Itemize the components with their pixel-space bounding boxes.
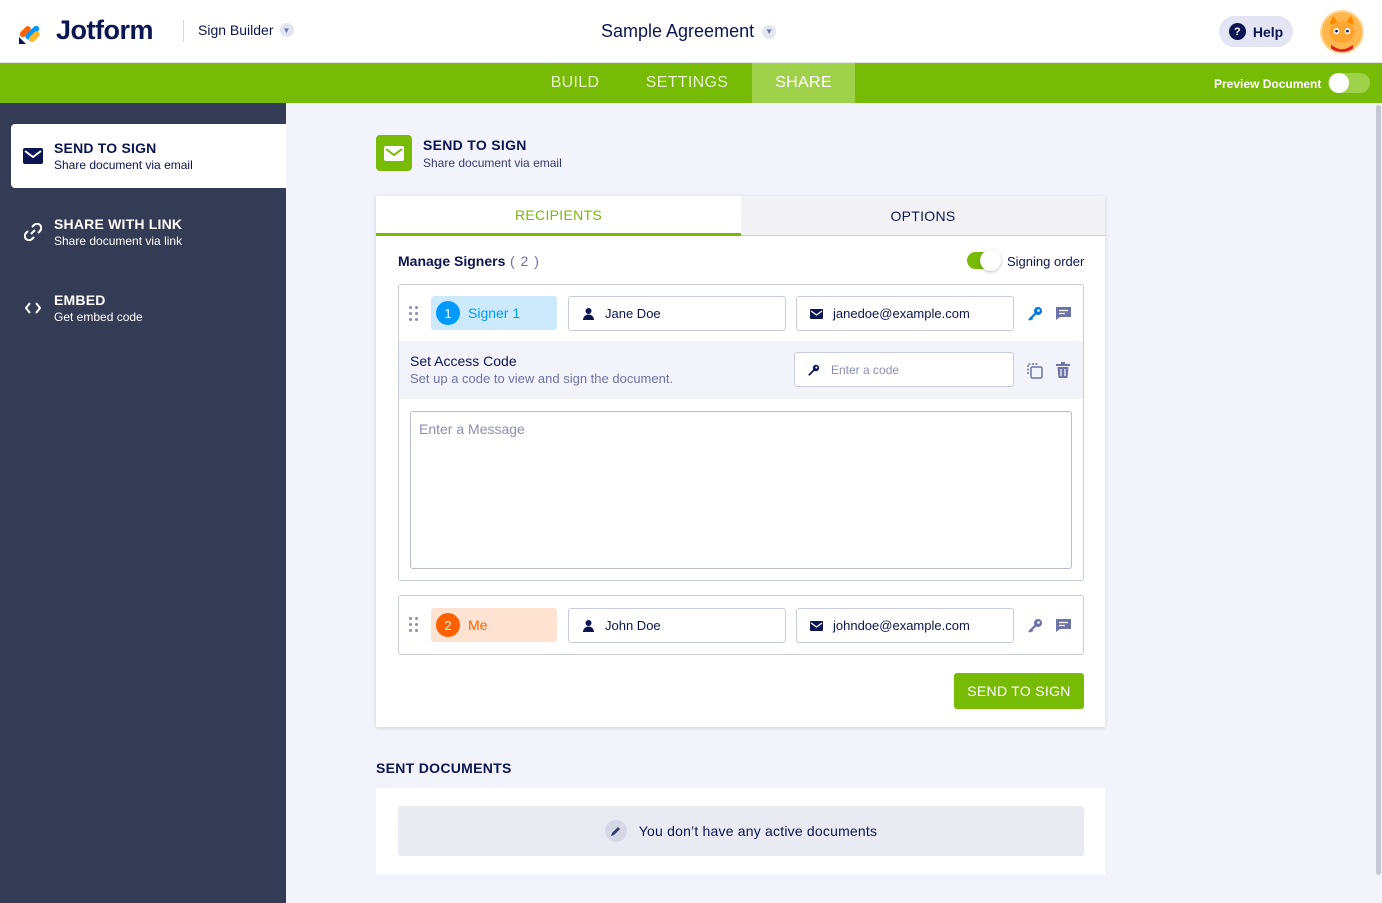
jotform-logo-icon — [19, 25, 40, 44]
pen-icon — [604, 820, 627, 842]
preview-document-label: Preview Document — [1214, 77, 1322, 91]
signer-name-field[interactable]: Jane Doe — [568, 296, 786, 331]
signer-role-label: Me — [468, 617, 488, 633]
signer-role[interactable]: 1 Signer 1 — [431, 296, 557, 330]
signer-name: Jane Doe — [605, 306, 661, 321]
send-to-sign-button[interactable]: SEND TO SIGN — [954, 673, 1084, 709]
tab-share[interactable]: SHARE — [752, 63, 855, 103]
main-nav-bar: BUILD SETTINGS SHARE Preview Document — [0, 63, 1382, 103]
question-icon: ? — [1228, 23, 1246, 40]
top-header: Jotform Sign Builder ▼ Sample Agreement … — [0, 0, 1382, 63]
empty-state-text: You don’t have any active documents — [638, 823, 878, 839]
document-title[interactable]: Sample Agreement ▼ — [601, 21, 777, 42]
signer-number: 2 — [436, 613, 460, 637]
signer-email: johndoe@example.com — [833, 618, 970, 633]
access-code-subtitle: Set up a code to view and sign the docum… — [410, 371, 674, 386]
sidebar-item-subtitle: Share document via email — [54, 158, 193, 172]
toggle-knob — [1329, 73, 1349, 93]
section-title: SEND TO SIGN — [423, 137, 527, 153]
envelope-icon — [809, 619, 823, 633]
cat-avatar-icon — [1322, 12, 1362, 52]
signing-order-toggle[interactable] — [967, 250, 1001, 271]
tab-settings[interactable]: SETTINGS — [628, 63, 746, 103]
signer-count: ( 2 ) — [510, 253, 540, 269]
signing-order-label: Signing order — [1007, 254, 1085, 269]
sidebar-item-send-to-sign[interactable]: SEND TO SIGN Share document via email — [11, 124, 286, 188]
envelope-icon — [376, 135, 412, 171]
avatar[interactable] — [1320, 10, 1364, 54]
tab-build[interactable]: BUILD — [528, 63, 622, 103]
message-textarea[interactable]: Enter a Message — [410, 411, 1072, 569]
signer-email-field[interactable]: janedoe@example.com — [796, 296, 1014, 331]
envelope-icon — [809, 307, 823, 321]
jotform-logo[interactable]: Jotform — [18, 15, 154, 46]
code-icon — [23, 298, 43, 318]
tab-options[interactable]: OPTIONS — [741, 196, 1105, 236]
empty-state: You don’t have any active documents — [398, 806, 1084, 856]
signer-role[interactable]: 2 Me — [431, 608, 557, 642]
sidebar-item-subtitle: Get embed code — [54, 310, 143, 324]
signer-role-label: Signer 1 — [468, 305, 521, 321]
access-code-input[interactable]: Enter a code — [794, 352, 1014, 387]
message-icon[interactable] — [1054, 616, 1072, 634]
recipients-card: RECIPIENTS OPTIONS Manage Signers ( 2 ) … — [376, 196, 1105, 727]
sidebar-item-title: EMBED — [54, 292, 106, 308]
sidebar-item-title: SEND TO SIGN — [54, 140, 157, 156]
access-code-placeholder: Enter a code — [831, 362, 900, 377]
copy-icon[interactable] — [1025, 361, 1043, 379]
access-code-title: Set Access Code — [410, 353, 517, 369]
header-divider — [183, 20, 184, 42]
section-subtitle: Share document via email — [423, 156, 562, 170]
preview-document-toggle[interactable] — [1328, 73, 1370, 93]
trash-icon[interactable] — [1054, 361, 1072, 379]
signer-name-field[interactable]: John Doe — [568, 608, 786, 643]
user-icon — [581, 619, 595, 633]
message-placeholder: Enter a Message — [419, 421, 525, 437]
access-code-row: Set Access Code Set up a code to view an… — [399, 341, 1083, 399]
tab-recipients[interactable]: RECIPIENTS — [376, 196, 741, 236]
sidebar-item-subtitle: Share document via link — [54, 234, 183, 248]
message-icon[interactable] — [1054, 304, 1072, 322]
drag-handle-icon[interactable] — [409, 617, 419, 633]
signer-name: John Doe — [605, 618, 661, 633]
key-icon[interactable] — [1026, 304, 1044, 322]
sidebar-item-embed[interactable]: EMBED Get embed code — [11, 276, 286, 340]
signer-email: janedoe@example.com — [833, 306, 970, 321]
signer-card: 1 Signer 1 Jane Doe janedoe@example.com … — [398, 284, 1084, 581]
help-label: Help — [1252, 23, 1284, 40]
builder-label: Sign Builder — [198, 22, 274, 38]
chevron-down-icon: ▼ — [279, 23, 294, 37]
key-icon[interactable] — [1026, 616, 1044, 634]
user-icon — [581, 307, 595, 321]
sent-documents-card: You don’t have any active documents — [376, 788, 1105, 874]
manage-signers-label: Manage Signers — [398, 253, 506, 269]
signer-email-field[interactable]: johndoe@example.com — [796, 608, 1014, 643]
toggle-knob — [980, 250, 1001, 271]
link-icon — [23, 222, 43, 242]
envelope-icon — [23, 146, 43, 166]
signer-number: 1 — [436, 301, 460, 325]
builder-switcher[interactable]: Sign Builder ▼ — [198, 22, 294, 38]
help-button[interactable]: ? Help — [1219, 16, 1293, 47]
logo-text: Jotform — [56, 15, 154, 45]
chevron-down-icon: ▼ — [762, 24, 777, 39]
sidebar-item-title: SHARE WITH LINK — [54, 216, 183, 232]
share-sidebar: SEND TO SIGN Share document via email SH… — [0, 103, 286, 903]
document-title-text: Sample Agreement — [601, 21, 755, 41]
signer-card: 2 Me John Doe johndoe@example.com — [398, 595, 1084, 655]
sidebar-item-share-with-link[interactable]: SHARE WITH LINK Share document via link — [11, 200, 286, 264]
sent-documents-title: SENT DOCUMENTS — [376, 760, 512, 776]
scrollbar-thumb[interactable] — [1376, 105, 1381, 875]
key-icon — [807, 363, 821, 377]
drag-handle-icon[interactable] — [409, 306, 419, 322]
